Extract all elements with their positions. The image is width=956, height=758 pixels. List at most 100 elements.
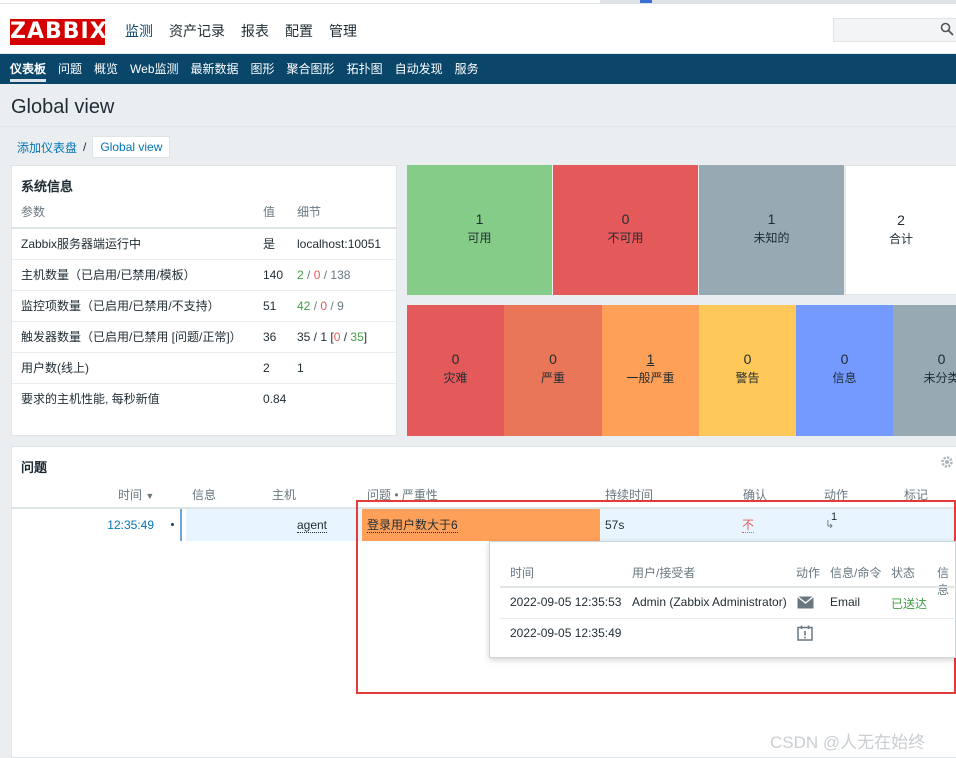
detail-cell: 2 / 0 / 138 <box>288 259 396 291</box>
main-menu-inventory[interactable]: 资产记录 <box>161 4 233 54</box>
widget-title: 系统信息 <box>21 179 74 194</box>
subnav-problems[interactable]: 问题 <box>52 54 88 84</box>
subnav-graphs[interactable]: 图形 <box>245 54 281 84</box>
severity-count: 0 <box>937 351 946 367</box>
severity-count: 0 <box>840 351 849 367</box>
system-info-table: 参数 值 细节 Zabbix服务器端运行中 是 localhost:10051 … <box>12 196 396 414</box>
search-input[interactable] <box>833 18 956 42</box>
breadcrumb: 添加仪表盘 / Global view <box>17 136 171 158</box>
severity-label: 未分类 <box>923 371 956 385</box>
column-header-details: 细节 <box>288 196 396 229</box>
envelope-icon <box>797 596 814 609</box>
severity-label: 一般严重 <box>626 371 675 385</box>
value-cell: 2 <box>254 352 288 384</box>
popup-column-user: 用户/接受者 <box>632 566 696 580</box>
detail-cell: localhost:10051 <box>288 228 396 260</box>
sub-nav: 仪表板 问题 概览 Web监测 最新数据 图形 聚合图形 拓扑图 自动发现 服务 <box>0 54 956 84</box>
subnav-latest-data[interactable]: 最新数据 <box>185 54 245 84</box>
widget-title: 问题 <box>21 460 48 475</box>
problem-time-link[interactable]: 12:35:49 <box>107 518 154 532</box>
actions-popup: 时间 用户/接受者 动作 信息/命令 状态 信息 2022-09-05 12:3… <box>489 541 956 658</box>
main-menu-reports[interactable]: 报表 <box>233 4 277 54</box>
severity-high[interactable]: 0 严重 <box>504 305 602 436</box>
ok-count: 35 <box>350 329 364 344</box>
available-label: 可用 <box>467 231 492 245</box>
unavailable-label: 不可用 <box>607 231 644 245</box>
value-cell: 140 <box>254 259 288 291</box>
breadcrumb-current[interactable]: Global view <box>92 136 171 158</box>
subnav-maps[interactable]: 拓扑图 <box>341 54 389 84</box>
divider <box>0 126 956 127</box>
system-info-widget: 系统信息 参数 值 细节 Zabbix服务器端运行中 是 localhost:1… <box>11 165 397 436</box>
total-label: 合计 <box>888 232 913 246</box>
enabled-count: 42 <box>297 298 311 313</box>
value-cell: 0.84 <box>263 391 287 406</box>
unavailable-count: 0 <box>621 211 630 227</box>
severity-count: 0 <box>549 351 557 367</box>
main-menu-administration[interactable]: 管理 <box>321 4 365 54</box>
host-cell: agent <box>268 509 356 541</box>
info-cell <box>186 509 268 541</box>
subnav-overview[interactable]: 概览 <box>88 54 124 84</box>
column-header-time[interactable]: 时间 ▼ <box>118 486 154 503</box>
severity-warning[interactable]: 0 警告 <box>699 305 796 436</box>
subnav-services[interactable]: 服务 <box>449 54 485 84</box>
detail-cell <box>288 383 396 414</box>
host-availability-available[interactable]: 1 可用 <box>407 165 552 295</box>
subnav-discovery[interactable]: 自动发现 <box>389 54 449 84</box>
table-row: 主机数量（已启用/已禁用/模板） 140 2 / 0 / 138 <box>12 259 396 291</box>
table-row: 要求的主机性能, 每秒新值 0.84 <box>12 383 396 414</box>
separator: / <box>320 267 331 282</box>
value-cell: 是 <box>254 228 288 260</box>
popup-time: 2022-09-05 12:35:53 <box>510 595 622 609</box>
popup-column-status: 状态 <box>891 566 916 580</box>
calendar-alert-icon <box>797 625 813 641</box>
severity-not-classified[interactable]: 0 未分类 <box>893 305 956 436</box>
unsupported-count: 9 <box>337 298 344 313</box>
popup-column-message: 信息/命令 <box>830 566 882 580</box>
host-link[interactable]: agent <box>296 518 328 533</box>
table-row: 用户数(线上) 2 1 <box>12 352 396 384</box>
main-menu: 监测 资产记录 报表 配置 管理 <box>117 4 365 54</box>
host-availability-total[interactable]: 2 合计 <box>845 165 956 295</box>
host-availability-unavailable[interactable]: 0 不可用 <box>553 165 698 295</box>
severity-label: 信息 <box>832 371 857 385</box>
search-icon[interactable] <box>940 22 954 36</box>
zabbix-logo[interactable]: ZABBIX <box>10 19 107 45</box>
divider <box>500 586 956 588</box>
column-header-value: 值 <box>254 196 288 229</box>
timeline-dot-icon <box>171 523 174 526</box>
column-header-info: 信息 <box>192 488 217 502</box>
severity-disaster[interactable]: 0 灾难 <box>407 305 504 436</box>
severity-information[interactable]: 0 信息 <box>796 305 893 436</box>
available-count: 1 <box>475 211 484 227</box>
browser-tab[interactable] <box>0 0 600 3</box>
popup-column-info: 信息 <box>937 566 950 597</box>
severity-label: 警告 <box>735 371 760 385</box>
detail-cell: 42 / 0 / 9 <box>288 290 396 322</box>
subnav-web[interactable]: Web监测 <box>124 54 184 84</box>
severity-average[interactable]: 1 一般严重 <box>602 305 699 436</box>
detail-cell: 35 / 1 [0 / 35] <box>288 321 396 353</box>
breadcrumb-separator: / <box>83 140 87 154</box>
popup-column-action: 动作 <box>796 566 821 580</box>
severity-count: 0 <box>451 351 460 367</box>
column-header-host: 主机 <box>272 488 297 502</box>
watermark: CSDN @人无在始终 <box>770 733 926 752</box>
param-cell: 触发器数量（已启用/已禁用 [问题/正常]） <box>12 321 254 353</box>
subnav-dashboard[interactable]: 仪表板 <box>4 54 52 84</box>
popup-message: Email <box>830 595 861 609</box>
table-row: 触发器数量（已启用/已禁用 [问题/正常]） 36 35 / 1 [0 / 35… <box>12 321 396 353</box>
page-title: Global view <box>11 96 115 118</box>
severity-count: 0 <box>743 351 752 367</box>
breadcrumb-dashboards-link[interactable]: 添加仪表盘 <box>17 139 77 156</box>
severity-label: 严重 <box>540 371 565 385</box>
main-menu-configuration[interactable]: 配置 <box>277 4 321 54</box>
browser-favicon-icon <box>640 0 652 3</box>
host-availability-unknown[interactable]: 1 未知的 <box>699 165 844 295</box>
timeline-cell <box>170 509 186 541</box>
main-menu-monitoring[interactable]: 监测 <box>117 4 161 54</box>
timeline-line <box>180 509 182 541</box>
subnav-screens[interactable]: 聚合图形 <box>281 54 341 84</box>
gear-icon[interactable] <box>940 455 954 469</box>
